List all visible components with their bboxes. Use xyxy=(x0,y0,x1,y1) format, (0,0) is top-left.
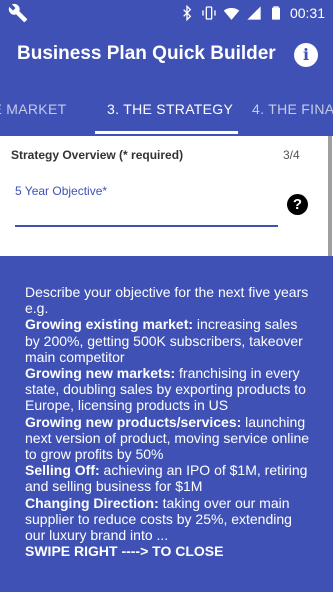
tab-the-strategy[interactable]: 3. THE STRATEGY xyxy=(107,101,233,117)
app-bar: Business Plan Quick Builder i xyxy=(0,26,333,86)
swipe-close-hint: SWIPE RIGHT ----> TO CLOSE xyxy=(25,543,224,560)
tip-overlay[interactable]: Describe your objective for the next fiv… xyxy=(0,256,333,592)
vibrate-icon xyxy=(202,6,216,20)
tab-the-finances[interactable]: 4. THE FINANCES xyxy=(252,101,333,117)
help-icon[interactable]: ? xyxy=(287,194,308,215)
wifi-icon xyxy=(223,7,240,20)
status-time: 00:31 xyxy=(289,5,325,21)
tip-text: Describe your objective for the next fiv… xyxy=(25,284,315,559)
tip-item-heading: Changing Direction: xyxy=(25,494,159,511)
signal-icon xyxy=(247,6,261,20)
tip-item-heading: Selling Off: xyxy=(25,462,100,479)
strategy-card: Strategy Overview (* required) 3/4 5 Yea… xyxy=(0,136,333,256)
info-icon[interactable]: i xyxy=(294,43,318,67)
bluetooth-icon xyxy=(183,5,192,21)
active-tab-indicator xyxy=(95,131,238,134)
app-title: Business Plan Quick Builder xyxy=(17,43,276,64)
tip-item-heading: Growing new products/services: xyxy=(25,413,242,430)
objective-input[interactable] xyxy=(15,200,278,227)
wrench-icon xyxy=(8,3,28,23)
tab-the-market[interactable]: 2. THE MARKET xyxy=(0,101,66,117)
tab-bar: 2. THE MARKET 3. THE STRATEGY 4. THE FIN… xyxy=(0,86,333,134)
tip-item-heading: Growing new markets: xyxy=(25,365,176,382)
objective-field-label: 5 Year Objective* xyxy=(15,184,108,198)
scrollbar[interactable] xyxy=(328,136,332,256)
tip-item-heading: Growing existing market: xyxy=(25,316,194,333)
battery-icon xyxy=(271,6,280,20)
tip-intro: Describe your objective for the next fiv… xyxy=(25,284,309,317)
page-indicator: 3/4 xyxy=(283,148,300,162)
strategy-overview-heading: Strategy Overview (* required) xyxy=(11,148,184,162)
status-bar: 00:31 xyxy=(0,0,333,26)
